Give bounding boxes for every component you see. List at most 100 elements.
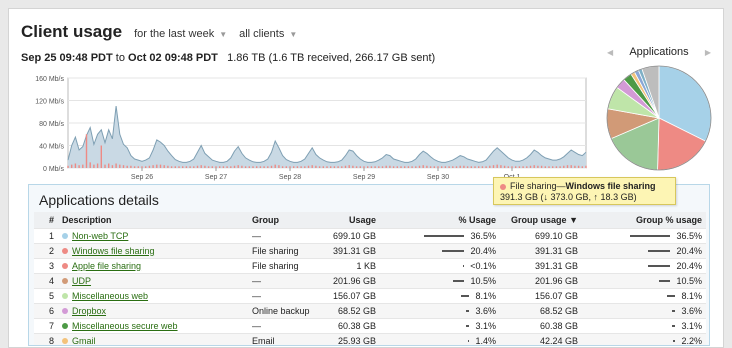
- clients-dropdown[interactable]: all clients ▼: [239, 28, 297, 40]
- y-tick-label: 40 Mb/s: [39, 144, 64, 151]
- period-dropdown-label: for the last week: [134, 28, 215, 40]
- usage-chart[interactable]: 0 Mb/s 40 Mb/s 80 Mb/s 120 Mb/s 160 Mb/s Sep …: [20, 72, 590, 181]
- table-row[interactable]: 5 Miscellaneous web — 156.07 GB 8.1% 156.07 G…: [34, 288, 706, 303]
- row-group-pct: 36.5%: [582, 228, 706, 243]
- pie-nav-label: Applications: [629, 46, 689, 58]
- row-group-usage: 391.31 GB: [534, 260, 578, 271]
- app-link[interactable]: Non-web TCP: [72, 231, 128, 241]
- row-pct-label: 36.5%: [470, 230, 496, 241]
- col-num[interactable]: #: [34, 212, 58, 228]
- col-group-usage-label: Group usage: [511, 214, 567, 225]
- x-tick-label: Sep 27: [205, 174, 227, 181]
- usage-bar: [463, 265, 465, 268]
- group-usage-bar: [671, 310, 676, 313]
- table-row[interactable]: 1 Non-web TCP — 699.10 GB 36.5% 699.10 GB 36.5…: [34, 228, 706, 243]
- row-group-pct-label: 20.4%: [676, 260, 702, 271]
- x-tick-label: Sep 30: [427, 174, 449, 181]
- applications-pie[interactable]: [605, 64, 713, 172]
- col-description[interactable]: Description: [58, 212, 248, 228]
- table-row[interactable]: 3 Apple file sharing File sharing 1 KB <0.1%…: [34, 258, 706, 273]
- usage-bar: [442, 250, 465, 253]
- table-row[interactable]: 6 Dropbox Online backup 68.52 GB 3.6% 68.52 G…: [34, 303, 706, 318]
- row-pct-usage: 10.5%: [380, 273, 500, 288]
- usage-bar: [466, 325, 470, 328]
- row-pct-usage: 8.1%: [380, 288, 500, 303]
- row-group-usage: 60.38 GB: [539, 320, 578, 331]
- row-group-usage: 699.10 GB: [534, 230, 578, 241]
- app-link[interactable]: Miscellaneous web: [72, 291, 148, 301]
- usage-bar: [452, 280, 465, 283]
- range-to: to: [115, 52, 125, 64]
- row-group-usage: 391.31 GB: [534, 245, 578, 256]
- row-pct-label: 20.4%: [470, 245, 496, 256]
- row-group: Email: [252, 335, 275, 346]
- pie-tooltip: File sharing—Windows file sharing 391.3 …: [493, 177, 676, 205]
- applications-pie-svg: [606, 65, 712, 171]
- row-pct-label: 3.6%: [475, 305, 496, 316]
- period-dropdown[interactable]: for the last week ▼: [134, 28, 227, 40]
- app-link[interactable]: Windows file sharing: [72, 246, 155, 256]
- row-usage: 699.10 GB: [332, 230, 376, 241]
- row-description: Dropbox: [58, 303, 248, 318]
- app-color-dot: [62, 248, 68, 255]
- app-link[interactable]: Apple file sharing: [72, 261, 141, 271]
- x-tick-label: Sep 29: [353, 174, 375, 181]
- col-usage[interactable]: Usage: [314, 212, 380, 228]
- col-group-pct[interactable]: Group % usage: [582, 212, 706, 228]
- row-group: File sharing: [252, 260, 299, 271]
- row-group-pct: 3.1%: [582, 318, 706, 333]
- table-row[interactable]: 8 Gmail Email 25.93 GB 1.4% 42.24 GB 2.2%: [34, 333, 706, 346]
- applications-details-panel: Applications details # Description Group…: [28, 184, 710, 346]
- row-group-pct-label: 36.5%: [676, 230, 702, 241]
- row-pct-label: 10.5%: [470, 275, 496, 286]
- row-num: 2: [48, 245, 54, 256]
- tooltip-app: File sharing: [510, 181, 557, 191]
- table-row[interactable]: 7 Miscellaneous secure web — 60.38 GB 3.1% 60…: [34, 318, 706, 333]
- row-num: 6: [48, 305, 54, 316]
- row-description: UDP: [58, 273, 248, 288]
- tooltip-dash: —: [556, 181, 566, 191]
- app-link[interactable]: Miscellaneous secure web: [72, 321, 178, 331]
- col-group[interactable]: Group: [248, 212, 314, 228]
- tooltip-title: File sharing—Windows file sharing: [500, 181, 669, 192]
- row-pct-usage: 36.5%: [380, 228, 500, 243]
- applications-table: # Description Group Usage % Usage Group …: [34, 212, 706, 346]
- tooltip-detail: Windows file sharing: [565, 181, 656, 191]
- row-usage: 156.07 GB: [332, 290, 376, 301]
- range-summary: 1.86 TB (1.6 TB received, 266.17 GB sent…: [227, 52, 436, 64]
- row-group: Online backup: [252, 305, 310, 316]
- row-usage: 68.52 GB: [337, 305, 376, 316]
- col-pct-usage[interactable]: % Usage: [380, 212, 500, 228]
- range-start: Sep 25 09:48 PDT: [21, 52, 113, 64]
- row-usage: 1 KB: [356, 260, 376, 271]
- row-description: Apple file sharing: [58, 258, 248, 273]
- group-usage-bar: [648, 250, 671, 253]
- row-group-pct-label: 2.2%: [681, 335, 702, 346]
- app-link[interactable]: UDP: [72, 276, 91, 286]
- chevron-left-icon[interactable]: ◀: [605, 48, 615, 57]
- row-usage: 391.31 GB: [332, 245, 376, 256]
- page-header: Client usage for the last week ▼ all clie…: [21, 22, 297, 42]
- row-group: File sharing: [252, 245, 299, 256]
- row-pct-usage: <0.1%: [380, 258, 500, 273]
- row-description: Windows file sharing: [58, 243, 248, 258]
- row-group-pct-label: 10.5%: [676, 275, 702, 286]
- app-link[interactable]: Dropbox: [72, 306, 106, 316]
- app-link[interactable]: Gmail: [72, 336, 96, 345]
- row-num: 1: [48, 230, 54, 241]
- col-group-usage[interactable]: Group usage ▼: [500, 212, 582, 228]
- chevron-right-icon[interactable]: ▶: [703, 48, 713, 57]
- row-description: Non-web TCP: [58, 228, 248, 243]
- table-row[interactable]: 2 Windows file sharing File sharing 391.31 …: [34, 243, 706, 258]
- row-group-pct: 20.4%: [582, 243, 706, 258]
- row-group-pct-label: 3.1%: [681, 320, 702, 331]
- app-color-dot: [62, 233, 68, 240]
- row-pct-label: 3.1%: [475, 320, 496, 331]
- y-tick-label: 0 Mb/s: [43, 166, 65, 173]
- date-range: Sep 25 09:48 PDT to Oct 02 09:48 PDT 1.8…: [21, 52, 435, 64]
- table-row[interactable]: 4 UDP — 201.96 GB 10.5% 201.96 GB 10.5%: [34, 273, 706, 288]
- usage-bar: [465, 310, 470, 313]
- app-color-dot: [62, 293, 68, 300]
- row-group-pct-label: 3.6%: [681, 305, 702, 316]
- sort-desc-icon: ▼: [569, 214, 578, 225]
